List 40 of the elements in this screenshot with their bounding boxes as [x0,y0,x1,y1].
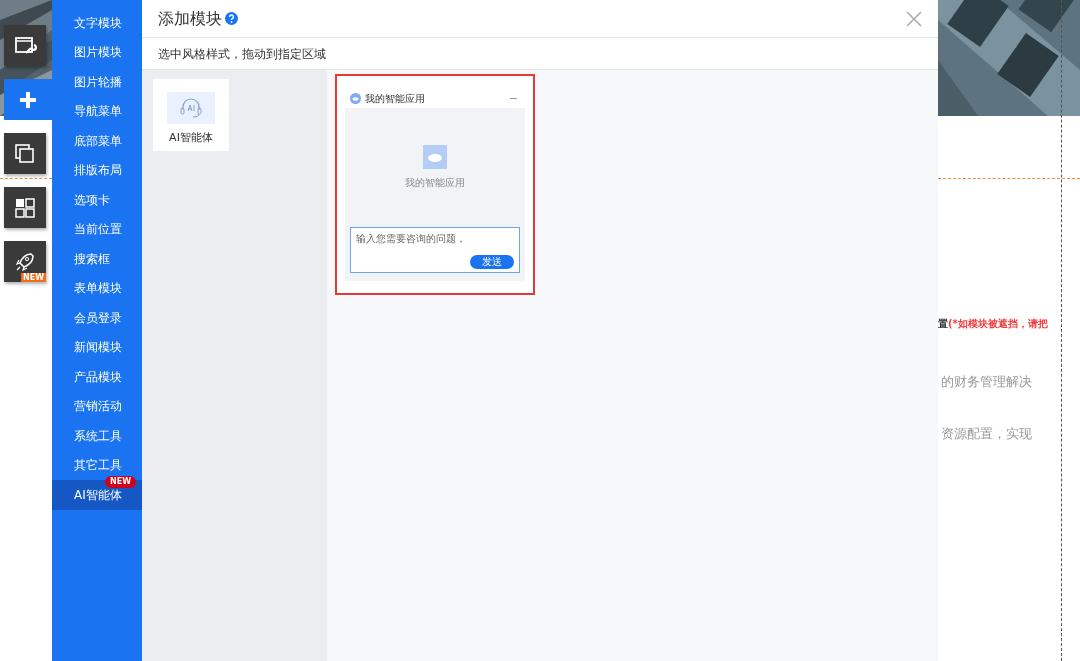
plus-button[interactable] [4,79,52,120]
cloud-logo-icon [350,92,361,104]
minimize-icon [510,97,517,99]
category-item[interactable]: 营销活动 [52,391,142,421]
category-item[interactable]: 系统工具 [52,421,142,451]
ai-headset-icon [178,97,204,119]
category-item[interactable]: 文字模块 [52,8,142,38]
window-wrench-button[interactable] [4,25,46,66]
category-item[interactable]: 导航菜单 [52,96,142,126]
page-notice: 置(*如模块被遮挡，请把 [938,317,1048,331]
category-item[interactable]: 选项卡 [52,185,142,215]
style-preview-card[interactable]: 我的智能应用 我的智能应用 输入您需要咨询的问题， 发送 [335,74,535,295]
grid-button[interactable] [4,187,46,228]
category-item[interactable]: 排版布局 [52,155,142,185]
dialog-subtitle: 选中风格样式，拖动到指定区域 [158,45,326,63]
help-icon[interactable] [225,12,238,25]
category-item[interactable]: 会员登录 [52,303,142,333]
category-item[interactable]: 图片模块 [52,37,142,67]
category-item[interactable]: 当前位置 [52,214,142,244]
category-item[interactable]: 搜索框 [52,244,142,274]
send-button[interactable]: 发送 [470,255,514,269]
chat-title: 我的智能应用 [365,91,425,106]
category-item[interactable]: 新闻模块 [52,332,142,362]
new-badge: NEW [21,273,46,282]
cloud-logo-icon [423,145,447,169]
page-text: 的财务管理解决 [941,373,1032,391]
grid-icon [13,195,37,220]
dialog-title: 添加模块 [158,7,222,30]
message-input[interactable]: 输入您需要咨询的问题， 发送 [350,227,520,273]
module-card[interactable]: AI智能体 [154,80,228,150]
new-badge: NEW [105,476,136,488]
rocket-button[interactable]: NEW [4,241,46,282]
app-name: 我的智能应用 [405,176,465,190]
copy-icon [13,141,37,166]
category-item[interactable]: 表单模块 [52,273,142,303]
page-text: 资源配置，实现 [941,425,1032,443]
copy-button[interactable] [4,133,46,174]
category-item[interactable]: 图片轮播 [52,67,142,97]
category-item[interactable]: 产品模块 [52,362,142,392]
category-item[interactable]: 底部菜单 [52,126,142,156]
